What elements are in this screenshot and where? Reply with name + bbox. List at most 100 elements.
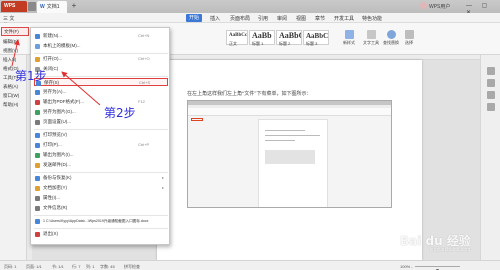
file-menu-item[interactable]: 文件信息(R)	[34, 204, 168, 212]
menu-item-shortcut: Ctrl+N	[138, 33, 150, 38]
classic-menu-label: 插入(I)	[3, 57, 17, 62]
file-menu-item[interactable]: 页面设置(U)...	[34, 118, 168, 126]
side-tool-icon[interactable]	[487, 103, 495, 111]
classic-menu-label: 表格(A)	[3, 84, 18, 89]
menu-separator	[34, 53, 168, 54]
select-label: 选择	[405, 40, 413, 45]
menu-item-label: 退出(X)	[43, 231, 58, 236]
app-tab-wps[interactable]: WPS	[1, 1, 27, 12]
file-menu-item[interactable]: 打开(O)... Ctrl+O	[34, 55, 168, 63]
avatar	[420, 2, 427, 9]
style-heading-3[interactable]: AaBbCc 标题 3	[303, 30, 329, 46]
menu-item-icon	[35, 163, 40, 168]
right-side-panel	[480, 55, 500, 260]
style-heading-1[interactable]: AaBb 标题 1	[249, 30, 275, 46]
embedded-screenshot-image[interactable]	[187, 100, 392, 208]
file-menu-item[interactable]: 打印预览(V)	[34, 131, 168, 139]
menu-item-label: 文件信息(R)	[43, 205, 68, 210]
status-page-number: 页码: 1	[4, 264, 17, 269]
file-menu-item[interactable]: 1 C:\Users\Kyyy\AppData\...\Wps2019升级通知截…	[34, 217, 168, 225]
status-spell-check[interactable]: 拼写检查	[124, 264, 140, 270]
style-sample: AaBb	[252, 31, 272, 40]
classic-menu-file-label: 文件(F)	[4, 29, 19, 34]
find-replace-button[interactable]: 查找替换	[382, 30, 400, 46]
classic-menu-view[interactable]: 视图(V)	[1, 47, 26, 55]
tab-page-layout[interactable]: 页面布局	[230, 15, 250, 22]
status-section: 节: 1/1	[52, 264, 64, 269]
file-menu-item[interactable]: 退出(X)	[34, 230, 168, 238]
tab-developer[interactable]: 开发工具	[334, 15, 354, 22]
home-icon[interactable]	[28, 2, 36, 11]
classic-menu-file[interactable]: 文件(F)	[1, 27, 29, 36]
menu-separator	[34, 129, 168, 130]
file-menu-item[interactable]: 新建(N)... Ctrl+N	[34, 32, 168, 40]
document-page[interactable]: 在左上角这样我们左上角“文件”下有菜单，如下图所示：	[157, 60, 422, 260]
file-menu-item[interactable]: 备份与恢复(K) ▸	[34, 174, 168, 182]
tab-home[interactable]: 开始	[186, 14, 203, 22]
classic-menu-table[interactable]: 表格(A)	[1, 83, 26, 91]
menu-item-label: 新建(N)...	[43, 33, 62, 38]
text-tools-button[interactable]: 文字工具	[362, 30, 380, 46]
style-caption: 正文	[229, 41, 237, 46]
select-button[interactable]: 选择	[402, 30, 416, 46]
menu-item-icon	[35, 133, 40, 138]
status-column: 列: 1	[86, 264, 95, 269]
file-menu-item[interactable]: 保存(S) Ctrl+S	[34, 78, 168, 86]
menu-item-icon	[35, 196, 40, 201]
status-word-count[interactable]: 字数: 45	[100, 264, 115, 270]
classic-menu-insert[interactable]: 插入(I)	[1, 56, 26, 64]
new-tab-button[interactable]: +	[70, 2, 78, 10]
file-menu-item[interactable]: 关闭(C)	[34, 65, 168, 73]
style-heading-2[interactable]: AaBbC 标题 2	[276, 30, 302, 46]
tab-review[interactable]: 审阅	[277, 15, 287, 22]
menu-separator	[34, 215, 168, 216]
tab-special[interactable]: 特色功能	[362, 15, 382, 22]
menu-item-icon	[35, 219, 40, 224]
file-menu-item[interactable]: 另存为图片(G)...	[34, 108, 168, 116]
menu-item-label: 备份与恢复(K)	[43, 175, 72, 180]
menu-item-icon	[35, 120, 40, 125]
find-replace-label: 查找替换	[383, 40, 399, 45]
file-menu-item[interactable]: 本机上的模板(M)...	[34, 42, 168, 50]
tab-references[interactable]: 引用	[258, 15, 268, 22]
mini-ribbon	[188, 108, 391, 116]
cursor-icon	[404, 30, 414, 39]
menu-item-icon	[35, 206, 40, 211]
document-tab[interactable]: W 文档1	[37, 1, 67, 13]
style-caption: 标题 1	[252, 41, 264, 46]
file-dropdown-menu: 新建(N)... Ctrl+N 本机上的模板(M)... 打开(O)... Ctrl+O…	[30, 27, 170, 245]
side-tool-icon[interactable]	[487, 79, 495, 87]
menu-separator	[34, 172, 168, 173]
classic-menu-window[interactable]: 窗口(W)	[1, 92, 26, 100]
file-menu-item[interactable]: 发送邮件(D)...	[34, 161, 168, 169]
zoom-level-label[interactable]: 100% -	[400, 264, 413, 269]
style-normal[interactable]: AaBbCcDd 正文	[226, 30, 248, 46]
file-menu-item[interactable]: 输出为图片(I)...	[34, 151, 168, 159]
text-tools-label: 文字工具	[363, 40, 379, 45]
file-menu-item[interactable]: 输出为PDF格式(F)... F12	[34, 98, 168, 106]
file-menu-item[interactable]: 打印(P)... Ctrl+P	[34, 141, 168, 149]
file-menu-button[interactable]: 三 文件	[1, 14, 21, 29]
tab-chapter[interactable]: 章节	[315, 15, 325, 22]
classic-menu-edit[interactable]: 编辑(E)	[1, 38, 26, 46]
menu-item-shortcut: Ctrl+O	[138, 56, 150, 61]
style-caption: 标题 2	[279, 41, 291, 46]
menu-item-icon	[35, 186, 40, 191]
text-tools-icon	[366, 30, 376, 39]
file-menu-item[interactable]: 另存为(A)...	[34, 88, 168, 96]
menu-item-icon	[35, 44, 40, 49]
document-tab-label: 文档1	[46, 4, 60, 10]
new-style-button[interactable]: 新样式	[340, 30, 358, 46]
zoom-slider[interactable]	[415, 266, 460, 270]
tab-insert[interactable]: 插入	[210, 15, 220, 22]
file-menu-item[interactable]: 文档加密(Y) ▸	[34, 184, 168, 192]
mini-text-line	[265, 135, 320, 136]
document-paragraph[interactable]: 在左上角这样我们左上角“文件”下有菜单，如下图所示：	[187, 90, 311, 97]
side-tool-icon[interactable]	[487, 67, 495, 75]
side-tool-icon[interactable]	[487, 91, 495, 99]
mini-text-line	[265, 140, 295, 141]
classic-menu-help[interactable]: 帮助(H)	[1, 101, 26, 109]
tab-view[interactable]: 视图	[296, 15, 306, 22]
menu-item-label: 打开(O)...	[43, 56, 63, 61]
file-menu-item[interactable]: 属性(I)...	[34, 194, 168, 202]
